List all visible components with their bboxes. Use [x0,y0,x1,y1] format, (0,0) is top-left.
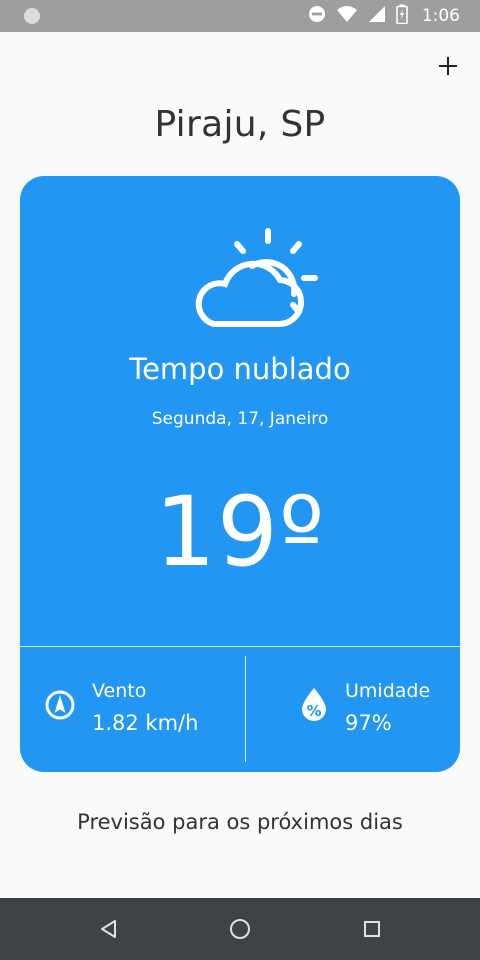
plus-icon [439,57,457,75]
humidity-value: 97% [345,711,392,735]
forecast-heading: Previsão para os próximos dias [77,810,403,834]
city-title: Piraju, SP [154,104,326,145]
status-bar: 1:06 [0,0,480,32]
wifi-icon [336,5,358,27]
svg-text:%: % [306,702,321,720]
status-icons: 1:06 [308,0,460,32]
home-icon [230,919,250,939]
humidity-label: Umidade [345,680,431,702]
humidity-drop-icon: % [302,688,326,721]
recents-icon [364,921,380,937]
temperature: 19º [154,476,326,588]
home-button[interactable] [225,914,255,944]
compass-icon [45,690,75,720]
signal-icon [368,5,386,27]
back-icon [101,920,116,938]
stats-divider [245,656,246,762]
navigation-bar [0,898,480,960]
current-weather-card: Tempo nublado Segunda, 17, Janeiro 19º V… [20,176,460,772]
card-divider [20,646,460,647]
back-button[interactable] [94,914,124,944]
add-location-button[interactable] [434,50,462,82]
do-not-disturb-icon [308,5,326,27]
status-time: 1:06 [421,6,460,26]
partly-cloudy-icon [195,228,318,328]
battery-icon [396,4,408,28]
recents-button[interactable] [357,914,387,944]
notification-dot-icon [24,8,40,24]
weather-date: Segunda, 17, Janeiro [151,409,329,429]
wind-value: 1.82 km/h [92,711,199,735]
wind-label: Vento [92,680,147,702]
weather-condition: Tempo nublado [129,352,351,386]
